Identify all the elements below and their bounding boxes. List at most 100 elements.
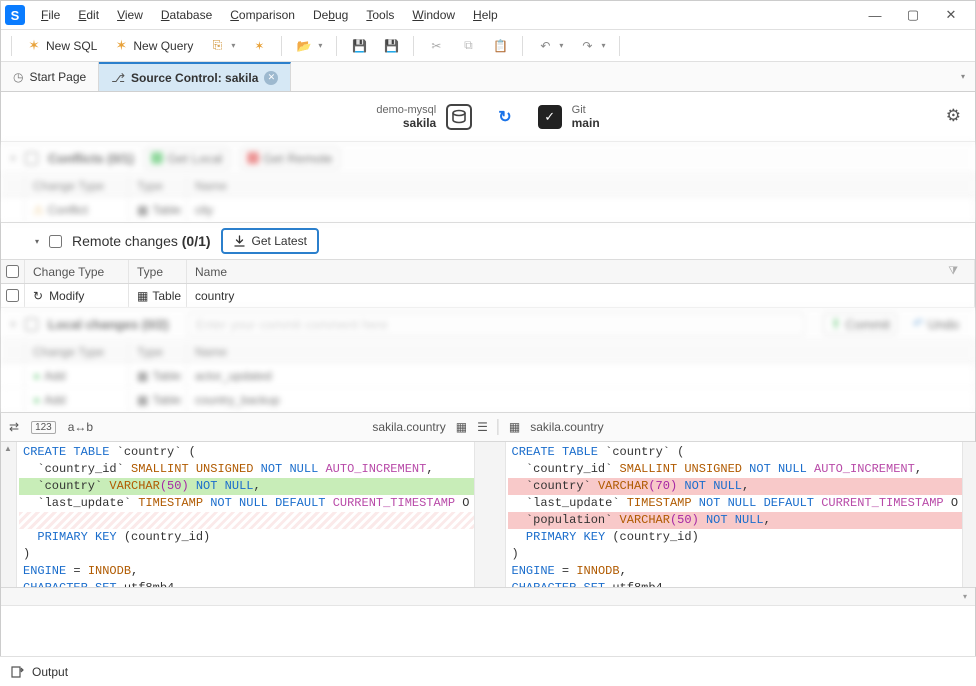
spacer-dropdown[interactable]: ▾ (963, 592, 967, 601)
database-icon (446, 104, 472, 130)
tabs-overflow[interactable]: ▾ (951, 62, 975, 91)
get-latest-button[interactable]: Get Latest (221, 228, 319, 254)
conflicts-title: Conflicts (0/1) (48, 151, 134, 166)
diff-swap-icon[interactable]: ⇄ (9, 420, 19, 434)
app-icon: S (5, 5, 25, 25)
undo-button[interactable]: ↶▾ (531, 35, 569, 57)
settings-gear-icon[interactable]: ⚙ (946, 106, 961, 126)
new-query-button[interactable]: ✶ New Query (107, 35, 199, 57)
menu-view[interactable]: View (109, 4, 151, 26)
grid-icon-right[interactable]: ▦ (509, 420, 520, 434)
remote-changes-section: ▾ Remote changes (0/1) Get Latest (1, 222, 975, 260)
bottom-spacer: ▾ (1, 588, 975, 606)
remote-header-checkbox[interactable] (6, 265, 19, 278)
menu-help[interactable]: Help (465, 4, 506, 26)
grid-icon[interactable]: ▦ (456, 420, 467, 434)
copy-icon: ⧉ (460, 38, 476, 54)
new-sql-icon: ✶ (26, 38, 42, 54)
change-type-value: Modify (49, 289, 84, 303)
right-code[interactable]: CREATE TABLE `country` ( `country_id` SM… (506, 442, 963, 587)
right-gutter (490, 442, 506, 587)
copy-button[interactable]: ⧉ (454, 35, 482, 57)
new-query-icon: ✶ (113, 38, 129, 54)
col-change-type[interactable]: Change Type (25, 260, 129, 283)
new-sql-label: New SQL (46, 39, 97, 53)
paste-icon: 📋 (492, 38, 508, 54)
undo-icon: ↶ (537, 38, 553, 54)
tab-source-control[interactable]: ⎇ Source Control: sakila ✕ (99, 62, 291, 91)
refresh-icon[interactable]: ↻ (498, 107, 511, 127)
window-maximize[interactable]: ▢ (905, 7, 921, 23)
menu-debug[interactable]: Debug (305, 4, 356, 26)
window-close[interactable]: ✕ (943, 7, 959, 23)
tab-start-label: Start Page (29, 70, 86, 84)
conflicts-section: ▾ Conflicts (0/1) Get Local Get Remote (1, 142, 975, 174)
remote-title: Remote changes (72, 233, 182, 249)
toolbar-btn-2[interactable]: ✶ (245, 35, 273, 57)
conflicts-row: ⚠Conflict ▦Table city (1, 198, 975, 222)
diff-number-icon[interactable]: 123 (31, 421, 56, 434)
branch-icon: ⎇ (111, 71, 125, 85)
remote-row[interactable]: ↻Modify ▦Table country (1, 284, 975, 308)
col-type[interactable]: Type (129, 260, 187, 283)
diff-pane-right: CREATE TABLE `country` ( `country_id` SM… (490, 442, 976, 587)
remote-count: (0/1) (182, 233, 211, 249)
download-icon (233, 235, 246, 248)
remote-checkbox-all[interactable] (49, 235, 62, 248)
toolbar-btn-1[interactable]: ⎘▾ (203, 35, 241, 57)
menu-tools[interactable]: Tools (358, 4, 402, 26)
menu-file[interactable]: File (33, 4, 68, 26)
save-button[interactable]: 💾 (345, 35, 373, 57)
menu-comparison[interactable]: Comparison (222, 4, 303, 26)
output-panel-tab[interactable]: Output (0, 656, 976, 686)
cut-button[interactable]: ✂ (422, 35, 450, 57)
toolbar-btn-3[interactable]: 📂▾ (290, 35, 328, 57)
left-code[interactable]: CREATE TABLE `country` ( `country_id` SM… (17, 442, 474, 587)
diff-right-name: sakila.country (530, 420, 603, 434)
conflicts-grid-header: Change Type Type Name (1, 174, 975, 198)
paste-button[interactable]: 📋 (486, 35, 514, 57)
save-icon: 💾 (351, 38, 367, 54)
database-name: sakila (403, 116, 436, 130)
branch-name: main (572, 116, 600, 130)
vcs-name: Git (572, 104, 586, 116)
menu-database[interactable]: Database (153, 4, 220, 26)
remote-row-checkbox[interactable] (6, 289, 19, 302)
vcs-context[interactable]: ✓ Git main (538, 104, 600, 130)
list-icon[interactable]: ☰ (477, 420, 488, 434)
collapse-arrow-icon[interactable]: ▾ (11, 154, 15, 163)
diff-viewer: ▲ CREATE TABLE `country` ( `country_id` … (1, 442, 975, 588)
local-changes-section: ▾ Local changes (0/2) Enter your commit … (1, 308, 975, 340)
get-latest-label: Get Latest (252, 234, 307, 248)
remote-collapse-arrow[interactable]: ▾ (35, 237, 39, 246)
cut-icon: ✂ (428, 38, 444, 54)
window-minimize[interactable]: — (867, 7, 883, 23)
title-bar: S File Edit View Database Comparison Deb… (1, 1, 975, 29)
connection-name: demo-mysql (376, 104, 436, 116)
filter-icon[interactable]: ⧩ (940, 261, 966, 282)
tab-source-label: Source Control: sakila (131, 71, 258, 85)
database-context[interactable]: demo-mysql sakila (376, 104, 472, 130)
col-name[interactable]: Name⧩ (187, 260, 975, 283)
conflicts-checkbox[interactable] (25, 152, 38, 165)
new-sql-button[interactable]: ✶ New SQL (20, 35, 103, 57)
new-query-label: New Query (133, 39, 193, 53)
remote-grid-header: Change Type Type Name⧩ (1, 260, 975, 284)
main-toolbar: ✶ New SQL ✶ New Query ⎘▾ ✶ 📂▾ 💾 💾 ✂ ⧉ 📋 … (1, 30, 975, 62)
tab-close-button[interactable]: ✕ (264, 71, 278, 85)
output-icon (10, 665, 24, 679)
document-tabs: ◷ Start Page ⎇ Source Control: sakila ✕ … (1, 62, 975, 92)
redo-button[interactable]: ↷▾ (573, 35, 611, 57)
context-bar: demo-mysql sakila ↻ ✓ Git main ⚙ (1, 92, 975, 142)
diff-mode-label[interactable]: a↔b (68, 420, 93, 434)
menu-edit[interactable]: Edit (70, 4, 107, 26)
git-icon: ✓ (538, 105, 562, 129)
table-icon: ▦ (137, 289, 148, 303)
diff-pane-left: ▲ CREATE TABLE `country` ( `country_id` … (1, 442, 490, 587)
tab-start-page[interactable]: ◷ Start Page (1, 62, 99, 91)
redo-icon: ↷ (579, 38, 595, 54)
name-value: country (187, 284, 975, 307)
menu-bar: File Edit View Database Comparison Debug… (33, 4, 506, 26)
save-all-button[interactable]: 💾 (377, 35, 405, 57)
menu-window[interactable]: Window (404, 4, 463, 26)
